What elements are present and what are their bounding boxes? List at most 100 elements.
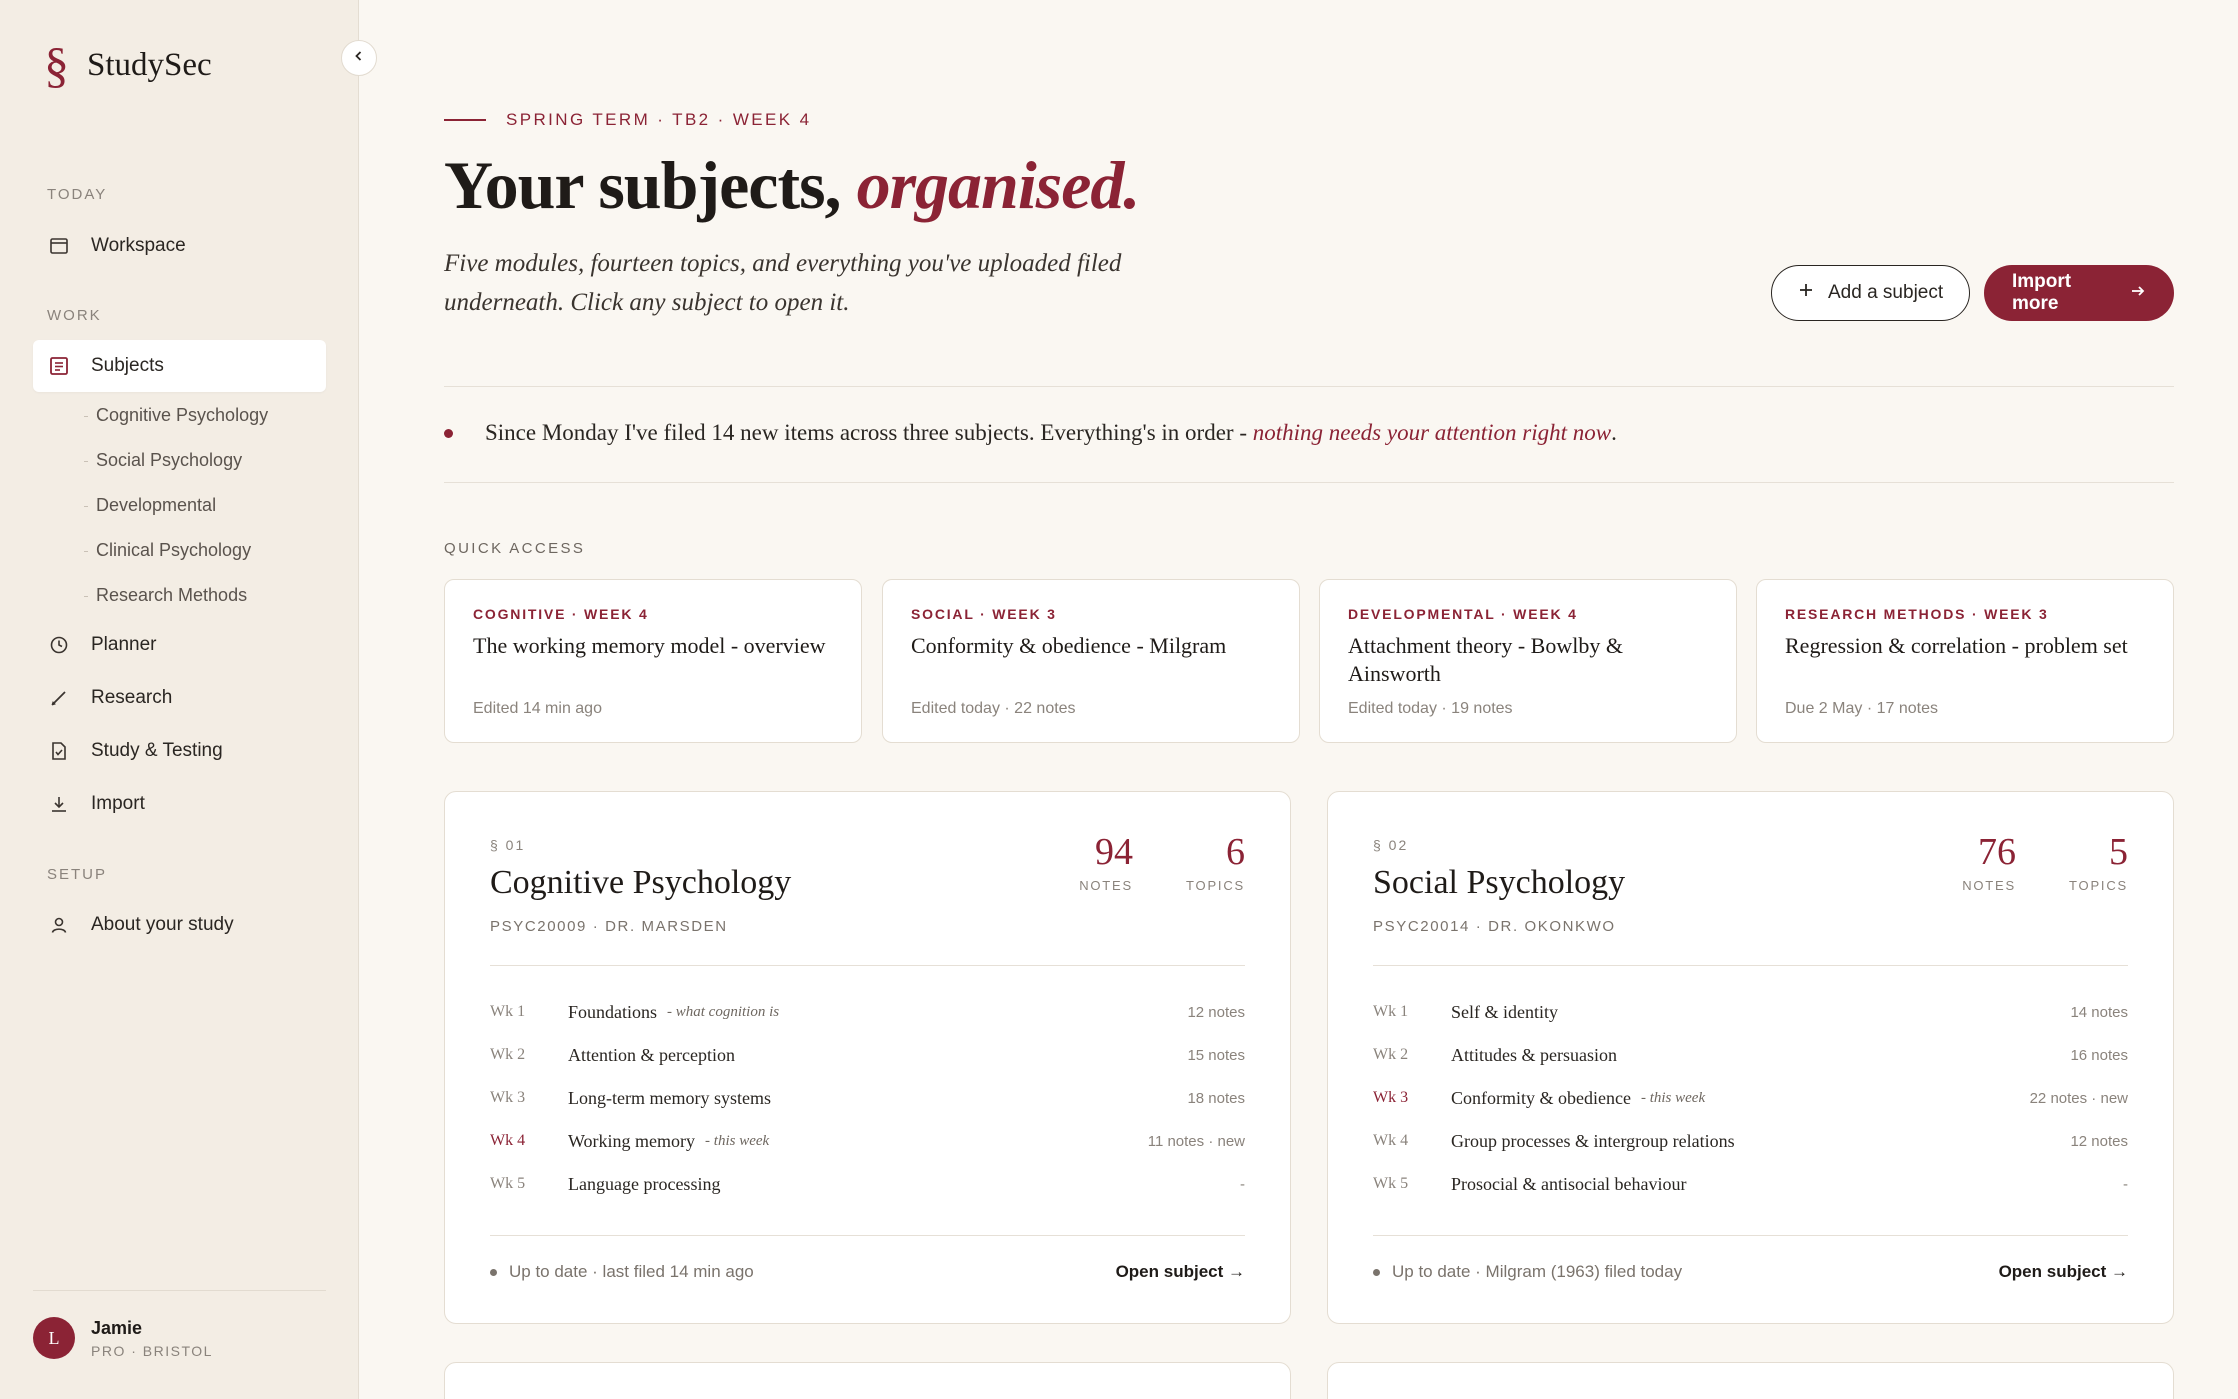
week-label: Wk 1 xyxy=(490,1003,526,1020)
notes-label: NOTES xyxy=(1962,877,2016,893)
subject-number: § 02 xyxy=(1373,837,1409,853)
sidebar-subitem-research-methods[interactable]: Research Methods xyxy=(96,585,247,606)
status-dot xyxy=(490,1268,497,1276)
topic-row[interactable]: Wk 2 Attention & perception 15 notes xyxy=(490,1043,1245,1067)
notice-body: Since Monday I've filed 14 new items acr… xyxy=(485,420,1253,445)
card-tag: RESEARCH METHODS · WEEK 3 xyxy=(1785,606,2049,622)
subject-status: Up to date · last filed 14 min ago xyxy=(509,1262,754,1281)
topic-title: Conformity & obedience xyxy=(1451,1087,1631,1108)
subject-title: Cognitive Psychology xyxy=(490,864,792,901)
topic-title: Foundations xyxy=(568,1001,658,1022)
topic-row[interactable]: Wk 5 Prosocial & antisocial behaviour - xyxy=(1373,1172,2128,1196)
divider xyxy=(444,482,2174,483)
week-label: Wk 1 xyxy=(1373,1003,1409,1020)
topic-hint: - this week xyxy=(1640,1089,1706,1106)
card-tag: SOCIAL · WEEK 3 xyxy=(911,606,1057,622)
plus-icon xyxy=(1798,282,1814,304)
import-more-button[interactable]: Import more xyxy=(1984,265,2174,321)
brand-name: StudySec xyxy=(87,46,212,83)
sidebar-item-study-testing[interactable]: Study & Testing xyxy=(33,725,326,777)
topic-row[interactable]: Wk 4 Working memory - this week 11 notes… xyxy=(490,1129,1245,1153)
section-label-setup: SETUP xyxy=(47,866,108,883)
user-plan: PRO · BRISTOL xyxy=(91,1342,213,1359)
sidebar-item-research[interactable]: Research xyxy=(33,672,326,724)
user-name: Jamie xyxy=(91,1317,143,1338)
tree-line xyxy=(84,461,88,462)
card-tag: DEVELOPMENTAL · WEEK 4 xyxy=(1348,606,1578,622)
subject-status: Up to date · Milgram (1963) filed today xyxy=(1392,1262,1683,1281)
download-icon xyxy=(49,794,69,814)
sidebar-item-about[interactable]: About your study xyxy=(33,899,326,951)
subject-card[interactable]: § 01 Cognitive Psychology PSYC20009 · DR… xyxy=(444,791,1291,1324)
sidebar-subitem-clinical[interactable]: Clinical Psychology xyxy=(96,540,251,561)
topic-row[interactable]: Wk 1 Foundations - what cognition is 12 … xyxy=(490,1000,1245,1024)
divider xyxy=(1373,965,2128,966)
add-subject-button[interactable]: Add a subject xyxy=(1771,265,1971,321)
topic-row[interactable]: Wk 3 Long-term memory systems 18 notes xyxy=(490,1086,1245,1110)
tree-line xyxy=(84,551,88,552)
week-label: Wk 5 xyxy=(490,1175,526,1192)
page-title: Your subjects, organised. xyxy=(444,146,1141,225)
notice-end: . xyxy=(1611,420,1617,445)
open-subject-link[interactable]: Open subject → xyxy=(1116,1262,1245,1282)
topics-label: TOPICS xyxy=(2069,877,2128,893)
quick-access-label: QUICK ACCESS xyxy=(444,540,586,557)
topic-row[interactable]: Wk 5 Language processing - xyxy=(490,1172,1245,1196)
subject-title: Social Psychology xyxy=(1373,864,1626,901)
sidebar-item-label: About your study xyxy=(91,914,234,935)
sidebar-subitem-social[interactable]: Social Psychology xyxy=(96,450,242,471)
clock-icon xyxy=(49,635,69,655)
topics-count: 6 xyxy=(1226,831,1245,873)
notice-bullet xyxy=(444,428,453,438)
notes-count: 76 xyxy=(1978,831,2016,873)
sidebar-subitem-cognitive[interactable]: Cognitive Psychology xyxy=(96,405,268,426)
quick-access-card[interactable]: SOCIAL · WEEK 3 Conformity & obedience -… xyxy=(882,579,1300,743)
week-label: Wk 5 xyxy=(1373,1175,1409,1192)
topic-row[interactable]: Wk 1 Self & identity 14 notes xyxy=(1373,1000,2128,1024)
brand[interactable]: § StudySec xyxy=(44,40,212,90)
divider xyxy=(444,386,2174,387)
topic-row[interactable]: Wk 2 Attitudes & persuasion 16 notes xyxy=(1373,1043,2128,1067)
notes-stat: 94 NOTES xyxy=(1079,831,1133,893)
pen-icon xyxy=(49,688,69,708)
chevron-left-icon xyxy=(353,49,365,67)
import-more-label: Import more xyxy=(2012,271,2072,314)
user-profile[interactable]: L Jamie PRO · BRISTOL xyxy=(33,1290,326,1359)
card-title: Conformity & obedience - Milgram xyxy=(911,633,1227,658)
topic-title: Language processing xyxy=(568,1173,721,1194)
topic-count: 18 notes xyxy=(1187,1089,1245,1107)
sidebar-item-import[interactable]: Import xyxy=(33,778,326,830)
page-title-accent: organised. xyxy=(856,147,1141,223)
subject-card-partial[interactable] xyxy=(1327,1362,2174,1399)
sidebar-item-workspace[interactable]: Workspace xyxy=(33,220,326,272)
topics-stat: 6 TOPICS xyxy=(1186,831,1245,893)
status-notice: Since Monday I've filed 14 new items acr… xyxy=(444,420,1617,446)
card-meta: Due 2 May · 17 notes xyxy=(1785,700,1938,717)
card-title: The working memory model - overview xyxy=(473,633,826,658)
section-label-today: TODAY xyxy=(47,186,108,203)
card-tag: COGNITIVE · WEEK 4 xyxy=(473,606,649,622)
quick-access-card[interactable]: DEVELOPMENTAL · WEEK 4 Attachment theory… xyxy=(1319,579,1737,743)
sidebar-item-label: Planner xyxy=(91,634,157,655)
quick-access-card[interactable]: COGNITIVE · WEEK 4 The working memory mo… xyxy=(444,579,862,743)
sidebar-subitem-developmental[interactable]: Developmental xyxy=(96,495,216,516)
topics-count: 5 xyxy=(2109,831,2128,873)
sidebar: § StudySec TODAY Workspace WORK Subjects… xyxy=(0,0,359,1399)
topic-row[interactable]: Wk 3 Conformity & obedience - this week … xyxy=(1373,1086,2128,1110)
topic-count: 14 notes xyxy=(2070,1003,2128,1021)
week-label: Wk 2 xyxy=(1373,1046,1409,1063)
tree-line xyxy=(84,416,88,417)
subject-code: PSYC20014 · DR. OKONKWO xyxy=(1373,918,1616,935)
topic-hint: - what cognition is xyxy=(667,1003,780,1020)
week-label: Wk 4 xyxy=(1373,1132,1409,1149)
quick-access-card[interactable]: RESEARCH METHODS · WEEK 3 Regression & c… xyxy=(1756,579,2174,743)
subject-card-partial[interactable] xyxy=(444,1362,1291,1399)
sidebar-item-planner[interactable]: Planner xyxy=(33,619,326,671)
notes-label: NOTES xyxy=(1079,877,1133,893)
topic-row[interactable]: Wk 4 Group processes & intergroup relati… xyxy=(1373,1129,2128,1153)
sidebar-item-subjects[interactable]: Subjects xyxy=(33,340,326,392)
collapse-sidebar-button[interactable] xyxy=(341,40,377,76)
subject-card[interactable]: § 02 Social Psychology PSYC20014 · DR. O… xyxy=(1327,791,2174,1324)
week-label: Wk 4 xyxy=(490,1132,526,1149)
open-subject-link[interactable]: Open subject → xyxy=(1999,1262,2128,1282)
